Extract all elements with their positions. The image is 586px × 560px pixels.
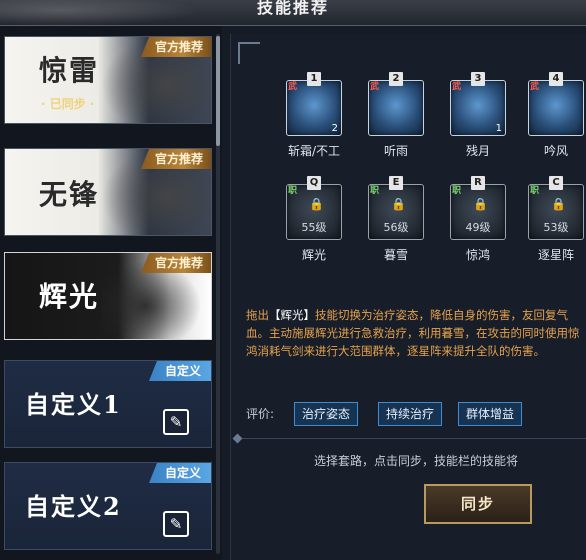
skill-name: 残月	[465, 144, 490, 158]
description-prefix: 拖出	[246, 308, 269, 322]
divider	[238, 438, 586, 439]
skill-name: 惊鸿	[465, 248, 490, 262]
skill-slot-c[interactable]: C 职 🔒 53级 逐星阵	[527, 176, 585, 263]
official-recommend-tag: 官方推荐	[140, 37, 211, 57]
skill-count: 2	[331, 123, 338, 134]
skill-slot-r[interactable]: R 职 🔒 49级 惊鸿	[449, 176, 507, 263]
official-recommend-tag: 官方推荐	[140, 149, 211, 169]
skill-slot-1[interactable]: 1 武 2 斩霜/不工	[285, 72, 343, 159]
skill-type-tag: 职	[530, 186, 540, 196]
skill-name: 斩霜/不工	[287, 144, 341, 158]
skill-type-tag: 职	[288, 186, 298, 196]
skill-name: 吟风	[543, 144, 568, 158]
official-recommend-tag: 官方推荐	[140, 253, 211, 273]
unlock-level: 56级	[383, 221, 409, 234]
rating-label: 评价:	[246, 407, 275, 421]
description-highlight: 【辉光】	[269, 308, 315, 322]
skill-type-tag: 职	[370, 186, 380, 196]
pencil-icon: ✎	[169, 515, 183, 533]
skill-slot-e[interactable]: E 职 🔒 56级 暮雪	[367, 176, 425, 263]
skill-type-tag: 武	[452, 82, 462, 92]
lock-icon: 🔒	[391, 197, 406, 211]
loadout-name: 自定义2	[25, 492, 122, 521]
hotkey-badge: Q	[307, 176, 321, 190]
skill-type-tag: 武	[370, 82, 380, 92]
skill-icon: Q 职 🔒 55级	[286, 176, 342, 240]
skill-icon: 2 武	[368, 72, 424, 136]
hotkey-badge: 1	[307, 72, 321, 86]
sync-button[interactable]: 同步	[424, 484, 532, 524]
skill-name: 暮雪	[383, 248, 408, 262]
loadout-card-custom2[interactable]: 自定义2 自定义 ✎	[4, 462, 212, 550]
loadout-card-jinglei[interactable]: 惊雷 · 已同步 · 官方推荐	[4, 36, 212, 124]
lock-icon: 🔒	[473, 197, 488, 211]
hotkey-badge: 3	[471, 72, 485, 86]
hotkey-badge: C	[549, 176, 563, 190]
skill-type-tag: 武	[288, 82, 298, 92]
loadout-card-custom1[interactable]: 自定义1 自定义 ✎	[4, 360, 212, 448]
loadout-name: 辉光	[39, 280, 100, 313]
lock-icon: 🔒	[309, 197, 324, 211]
loadout-card-huiguang[interactable]: 辉光 官方推荐	[4, 252, 212, 340]
custom-tag: 自定义	[148, 361, 211, 381]
skill-slot-q[interactable]: Q 职 🔒 55级 辉光	[285, 176, 343, 263]
skill-icon: R 职 🔒 49级	[450, 176, 506, 240]
page-title: 技能推荐	[256, 0, 329, 17]
skill-name: 听雨	[383, 144, 408, 158]
skill-icon: 1 武 2	[286, 72, 342, 136]
skill-icon: 3 武 1	[450, 72, 506, 136]
skill-slot-4[interactable]: 4 武 吟风	[527, 72, 585, 159]
hotkey-badge: E	[389, 176, 403, 190]
loadout-description: 拖出【辉光】技能切换为治疗姿态，降低自身的伤害，友回复气血。主动施展辉光进行急救…	[246, 306, 584, 360]
hotkey-badge: 4	[549, 72, 563, 86]
edit-button[interactable]: ✎	[163, 511, 189, 537]
hotkey-badge: 2	[389, 72, 403, 86]
skill-name: 辉光	[301, 248, 326, 262]
custom-tag: 自定义	[148, 463, 211, 483]
loadout-name: 自定义1	[25, 390, 122, 419]
hotkey-badge: R	[471, 176, 485, 190]
edit-button[interactable]: ✎	[163, 409, 189, 435]
unlock-level: 53级	[543, 221, 569, 234]
unlock-level: 49级	[465, 221, 491, 234]
loadout-name: 惊雷	[39, 54, 100, 87]
lock-icon: 🔒	[551, 197, 566, 211]
rating-tag: 持续治疗	[378, 402, 443, 426]
corner-ornament	[238, 42, 260, 64]
loadout-name: 无锋	[39, 178, 100, 211]
skill-count: 1	[495, 123, 502, 134]
skill-slot-3[interactable]: 3 武 1 残月	[449, 72, 507, 159]
skill-name: 逐星阵	[537, 248, 574, 262]
skill-type-tag: 武	[530, 82, 540, 92]
pencil-icon: ✎	[169, 413, 183, 431]
sync-hint: 选择套路，点击同步，技能栏的技能将	[314, 454, 519, 468]
unlock-level: 55级	[301, 221, 327, 234]
top-bar: 技能推荐	[0, 0, 586, 26]
skill-icon: E 职 🔒 56级	[368, 176, 424, 240]
skill-type-tag: 职	[452, 186, 462, 196]
loadout-card-wufeng[interactable]: 无锋 官方推荐	[4, 148, 212, 236]
rating-tag: 群体增益	[458, 402, 523, 426]
skill-slot-2[interactable]: 2 武 听雨	[367, 72, 425, 159]
synced-status: · 已同步 ·	[41, 97, 95, 111]
rating-tag: 治疗姿态	[294, 402, 359, 426]
scrollbar-thumb[interactable]	[216, 36, 220, 146]
skill-icon: C 职 🔒 53级	[528, 176, 584, 240]
skill-icon: 4 武	[528, 72, 584, 136]
